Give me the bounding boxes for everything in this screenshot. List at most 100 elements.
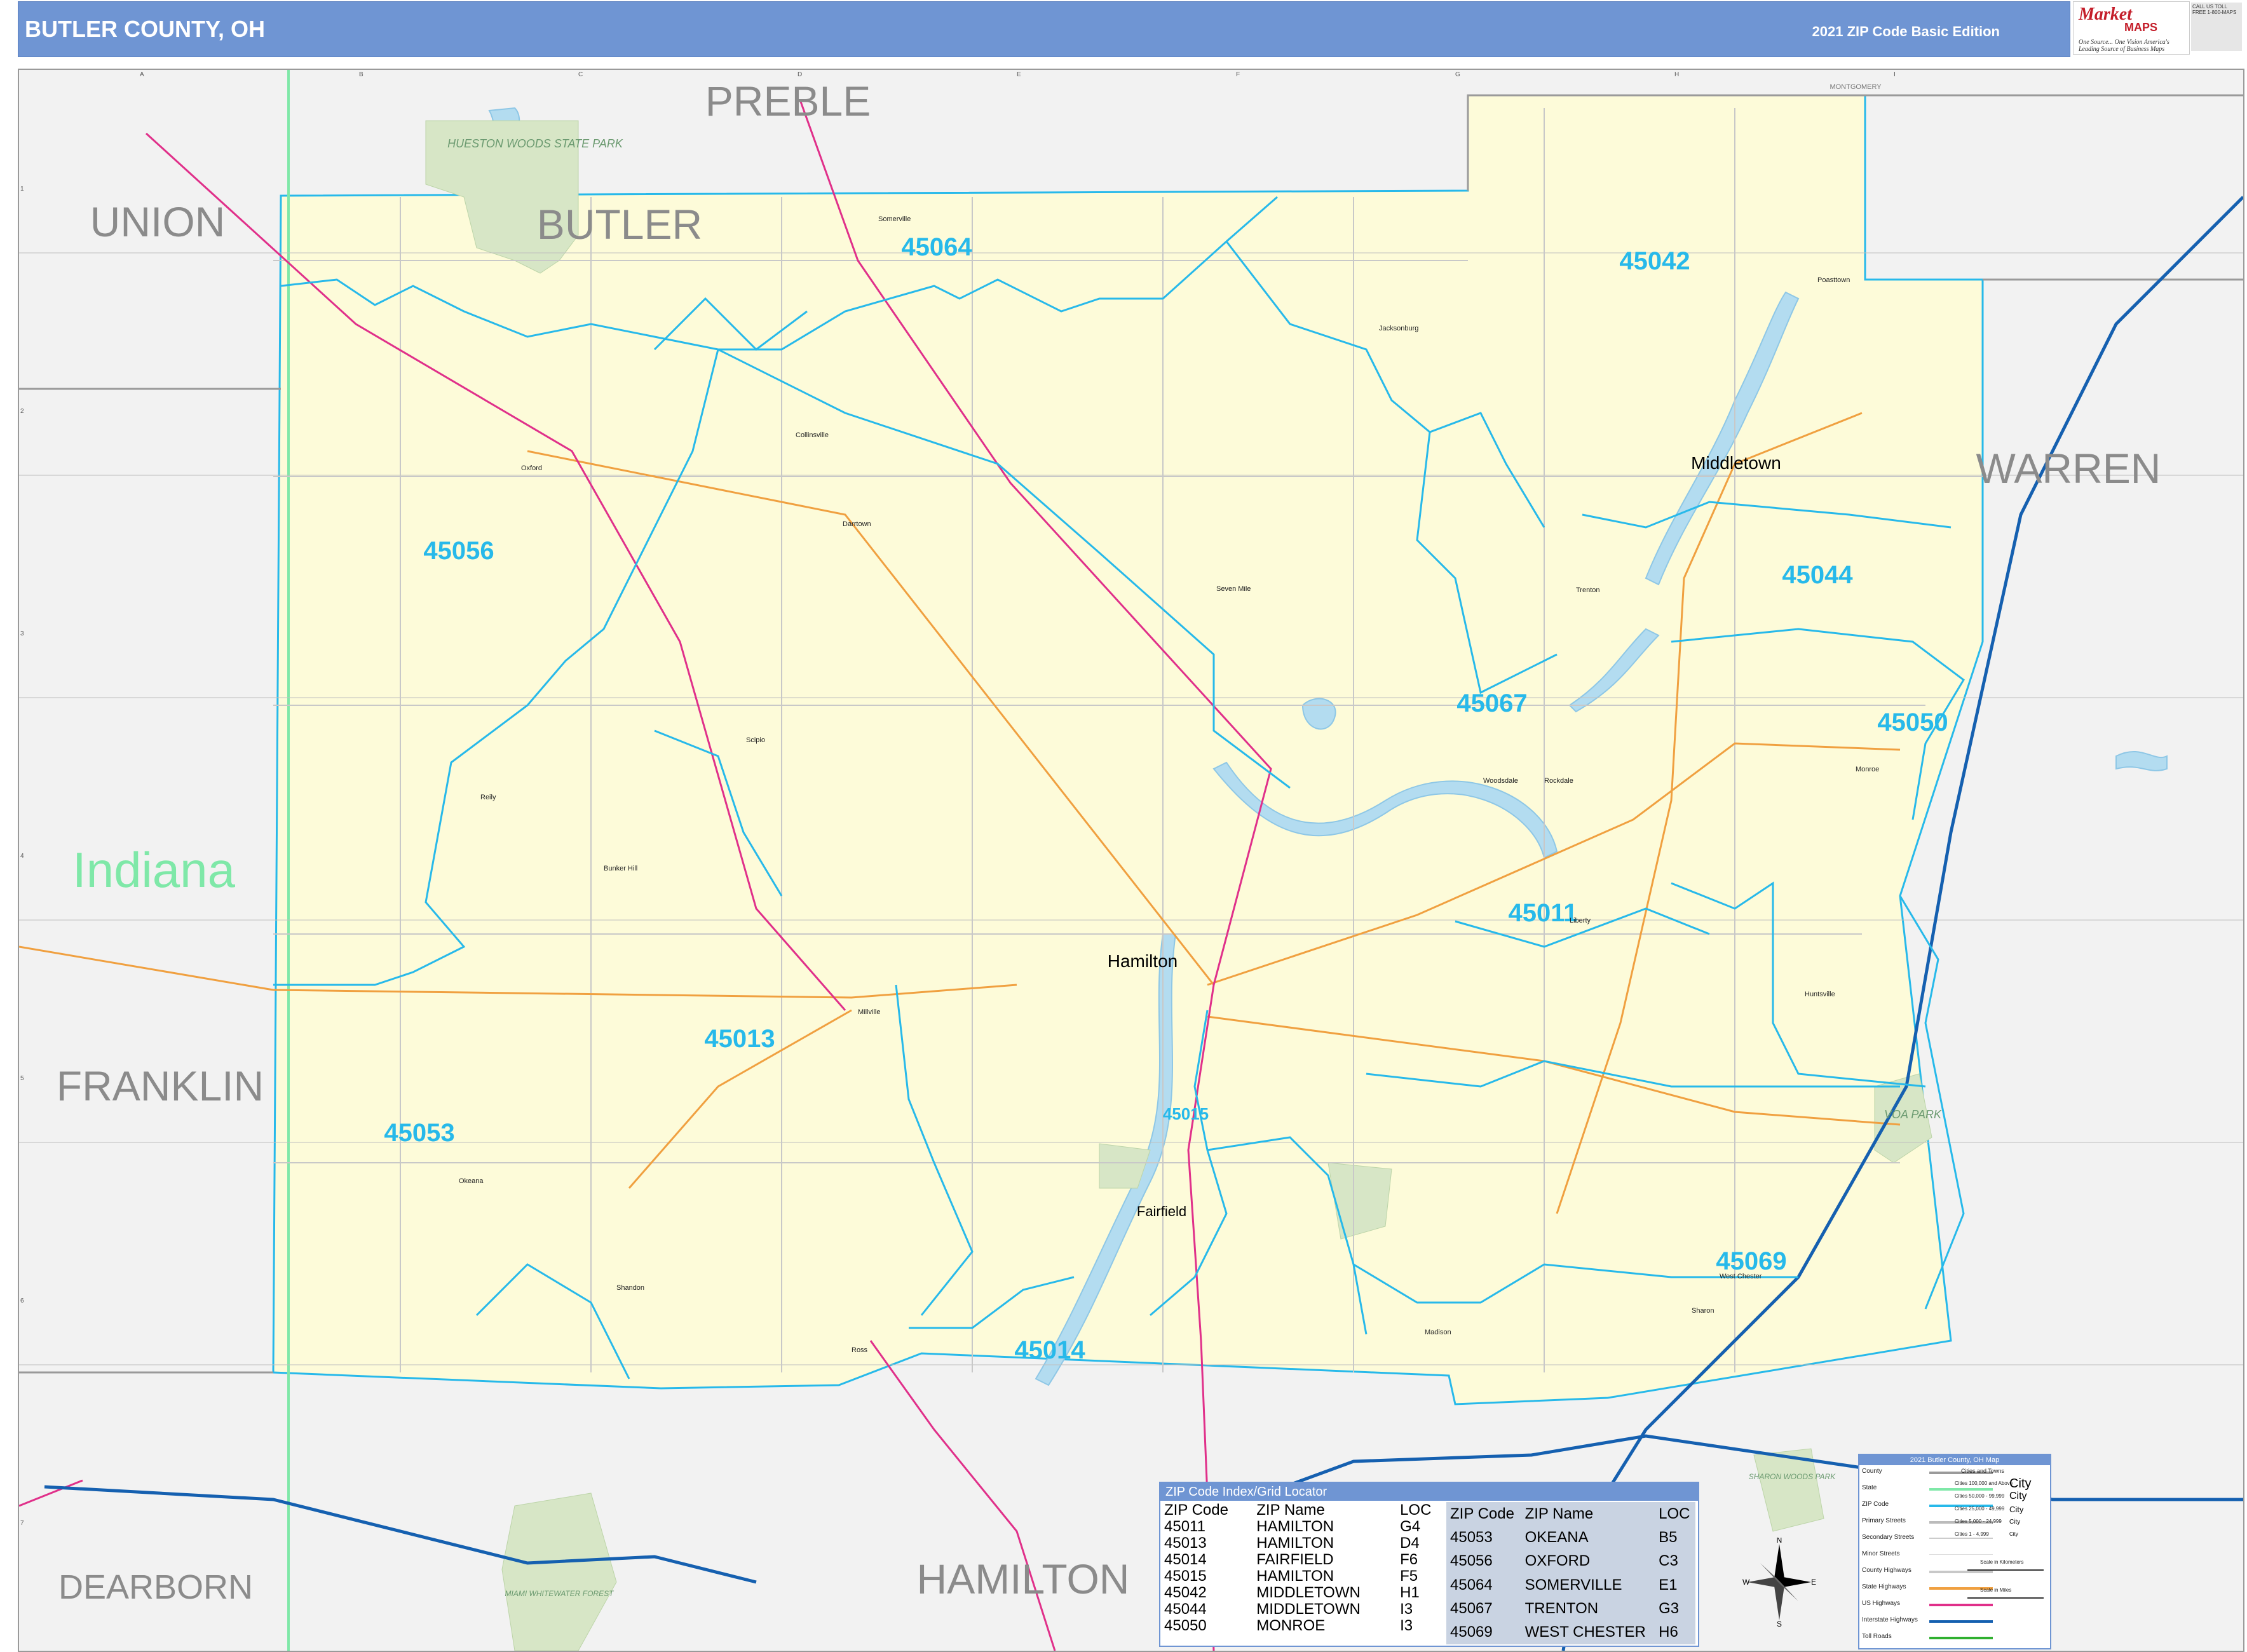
- town-label: Jacksonburg: [1379, 325, 1418, 332]
- legend-city-demo: City: [2009, 1477, 2032, 1491]
- county-preble: PREBLE: [705, 78, 871, 125]
- zip-label-45011[interactable]: 45011: [1508, 899, 1577, 927]
- town-label: Reily: [480, 794, 496, 801]
- compass-e: E: [1811, 1578, 1816, 1587]
- table-row[interactable]: 45042 MIDDLETOWN H1: [1160, 1585, 1446, 1601]
- zip-label-45015[interactable]: 45015: [1163, 1104, 1209, 1123]
- town-label: Ross: [852, 1346, 868, 1354]
- grid-number: 7: [20, 1520, 24, 1527]
- table-row[interactable]: 45056 OXFORD C3: [1446, 1550, 1695, 1573]
- table-row[interactable]: 45053 OKEANA B5: [1446, 1526, 1695, 1549]
- town-label: Shandon: [616, 1284, 644, 1292]
- zip-label-45050[interactable]: 45050: [1877, 708, 1948, 736]
- legend-swatch: [1929, 1538, 1993, 1539]
- town-label: Madison: [1425, 1329, 1451, 1336]
- legend-swatch: [1929, 1620, 1993, 1623]
- table-row[interactable]: 45069 WEST CHESTER H6: [1446, 1621, 1695, 1644]
- scale-bar-km: [1967, 1569, 2044, 1571]
- legend-interstate: Interstate Highways: [1862, 1616, 1918, 1623]
- town-label: Bunker Hill: [604, 865, 637, 872]
- table-header-row: ZIP Code ZIP Name LOC: [1160, 1502, 1446, 1519]
- zip-label-45013[interactable]: 45013: [704, 1025, 775, 1053]
- legend-swatch: [1929, 1637, 1993, 1639]
- logo-maps: MAPS: [2124, 21, 2158, 34]
- legend-scale-mi: Scale in Miles: [1980, 1587, 2012, 1593]
- zip-label-45044[interactable]: 45044: [1782, 561, 1853, 589]
- zip-label-45064[interactable]: 45064: [901, 233, 972, 261]
- legend-tier: Cities 50,000 - 99,999: [1955, 1493, 2005, 1499]
- table-row[interactable]: 45067 TRENTON G3: [1446, 1597, 1695, 1620]
- map-canvas[interactable]: PREBLE UNION BUTLER WARREN FRANKLIN DEAR…: [19, 70, 2243, 1651]
- compass-n: N: [1777, 1538, 1782, 1545]
- town-label: Rockdale: [1544, 777, 1573, 785]
- map-area[interactable]: PREBLE UNION BUTLER WARREN FRANKLIN DEAR…: [18, 69, 2244, 1652]
- legend-swatch: [1929, 1554, 1993, 1555]
- town-label: Oxford: [521, 464, 542, 472]
- col-name: ZIP Name: [1524, 1505, 1594, 1522]
- zip-label-45067[interactable]: 45067: [1456, 689, 1527, 717]
- county-union: UNION: [90, 198, 226, 245]
- legend-city-demo: City: [2009, 1519, 2021, 1526]
- grid-letter: A: [140, 71, 144, 78]
- grid-number: 3: [20, 630, 24, 637]
- map-title: BUTLER COUNTY, OH: [25, 16, 265, 42]
- col-zip: ZIP Code: [1164, 1501, 1228, 1519]
- legend-minor: Minor Streets: [1862, 1550, 1900, 1557]
- grid-number: 5: [20, 1075, 24, 1082]
- legend-cities-header: Cities and Towns: [1961, 1468, 2004, 1474]
- legend-tier: Cities 5,000 - 24,999: [1955, 1519, 2002, 1524]
- town-label: Trenton: [1576, 586, 1600, 594]
- legend-primary: Primary Streets: [1862, 1517, 1906, 1524]
- town-label: Seven Mile: [1216, 585, 1251, 593]
- zip-label-45042[interactable]: 45042: [1619, 247, 1690, 275]
- state-indiana: Indiana: [72, 842, 236, 898]
- table-row[interactable]: 45011 HAMILTON G4: [1160, 1519, 1446, 1535]
- zip-label-45053[interactable]: 45053: [384, 1119, 454, 1147]
- county-dearborn: DEARBORN: [58, 1568, 253, 1606]
- city-middletown[interactable]: Middletown: [1691, 453, 1781, 473]
- table-row[interactable]: 45050 MONROE I3: [1160, 1618, 1446, 1634]
- contact-box: CALL US TOLL FREE 1-800-MAPS: [2191, 3, 2242, 51]
- zip-index-table-left: ZIP Code ZIP Name LOC 45011 HAMILTON G4 45…: [1160, 1502, 1446, 1634]
- town-label: Millville: [858, 1008, 880, 1016]
- zip-label-45069[interactable]: 45069: [1716, 1247, 1786, 1275]
- table-row[interactable]: 45044 MIDDLETOWN I3: [1160, 1601, 1446, 1618]
- legend-county-hwy: County Highways: [1862, 1567, 1911, 1574]
- county-montgomery: MONTGOMERY: [1830, 83, 1882, 91]
- table-row[interactable]: 45014 FAIRFIELD F6: [1160, 1552, 1446, 1568]
- legend-swatch: [1929, 1571, 1993, 1573]
- town-label: Monroe: [1856, 766, 1879, 773]
- county-franklin: FRANKLIN: [57, 1062, 264, 1109]
- town-label: Woodsdale: [1483, 777, 1518, 785]
- legend-zip: ZIP Code: [1862, 1501, 1889, 1508]
- zip-label-45014[interactable]: 45014: [1014, 1336, 1085, 1364]
- legend-us-hwy: US Highways: [1862, 1600, 1901, 1607]
- park-hueston: HUESTON WOODS STATE PARK: [447, 137, 623, 150]
- table-row[interactable]: 45015 HAMILTON F5: [1160, 1568, 1446, 1585]
- zip-index-table-right: ZIP Code ZIP Name LOC 45053 OKEANA B5 4505…: [1446, 1502, 1695, 1644]
- grid-letter: H: [1674, 71, 1679, 78]
- col-name: ZIP Name: [1256, 1501, 1325, 1519]
- town-label: Liberty: [1570, 917, 1591, 924]
- town-label: Scipio: [746, 736, 765, 744]
- park-sharon: SHARON WOODS PARK: [1749, 1472, 1836, 1481]
- county-warren: WARREN: [1976, 445, 2161, 492]
- city-fairfield[interactable]: Fairfield: [1137, 1203, 1186, 1219]
- town-label: Poasttown: [1817, 276, 1850, 284]
- grid-number: 1: [20, 186, 24, 193]
- grid-number: 2: [20, 408, 24, 415]
- legend-toll: Toll Roads: [1862, 1633, 1892, 1640]
- table-row[interactable]: 45013 HAMILTON D4: [1160, 1535, 1446, 1552]
- zip-label-45056[interactable]: 45056: [423, 537, 494, 565]
- col-zip: ZIP Code: [1450, 1505, 1514, 1522]
- col-loc: LOC: [1400, 1501, 1432, 1519]
- town-label: Okeana: [459, 1177, 484, 1185]
- county-hamilton: HAMILTON: [917, 1555, 1130, 1602]
- table-row[interactable]: 45064 SOMERVILLE E1: [1446, 1573, 1695, 1597]
- county-butler: BUTLER: [537, 201, 702, 248]
- city-hamilton[interactable]: Hamilton: [1108, 951, 1178, 971]
- legend-tier: Cities 100,000 and Above: [1955, 1480, 2013, 1486]
- town-label: Collinsville: [796, 431, 829, 439]
- zip-index-title: ZIP Code Index/Grid Locator: [1160, 1483, 1698, 1501]
- legend-secondary: Secondary Streets: [1862, 1534, 1915, 1541]
